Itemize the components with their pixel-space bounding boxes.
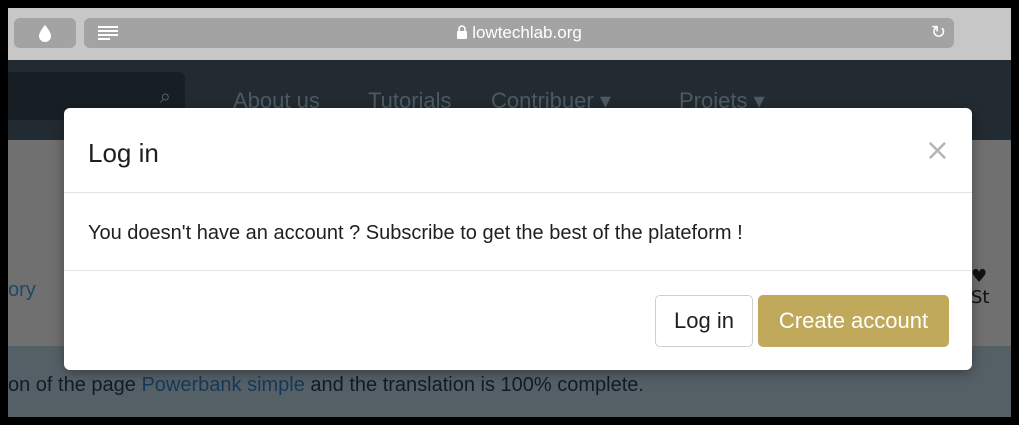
login-modal: Log in × You doesn't have an account ? S… [64,108,972,370]
search-icon[interactable]: ⌕ [160,84,171,108]
url-text: lowtechlab.org [472,23,582,42]
droplet-icon [39,25,51,42]
translation-suffix: and the translation is 100% complete. [304,374,644,396]
modal-message: You doesn't have an account ? Subscribe … [88,222,743,244]
droplet-button[interactable] [14,18,76,48]
close-icon[interactable]: × [925,136,950,166]
translation-source-link[interactable]: Powerbank simple [141,374,304,396]
star-button[interactable]: ♥ St [971,266,1011,308]
lock-icon [457,25,468,39]
login-button[interactable]: Log in [655,295,753,347]
modal-footer: Log in Create account [64,270,972,371]
create-account-button[interactable]: Create account [758,295,949,347]
history-link[interactable]: ory [8,279,36,302]
reload-icon[interactable]: ↻ [931,18,946,48]
address-bar[interactable]: lowtechlab.org ↻ [84,18,954,48]
modal-title: Log in [88,138,159,168]
translation-prefix: on of the page [8,374,142,396]
browser-toolbar: lowtechlab.org ↻ [8,8,1011,60]
url-display: lowtechlab.org [84,18,954,48]
translation-notice: on of the page Powerbank simple and the … [8,374,644,397]
modal-header: Log in × [64,108,972,193]
browser-window: lowtechlab.org ↻ ⌕ About us Tutorials Co… [8,8,1011,417]
